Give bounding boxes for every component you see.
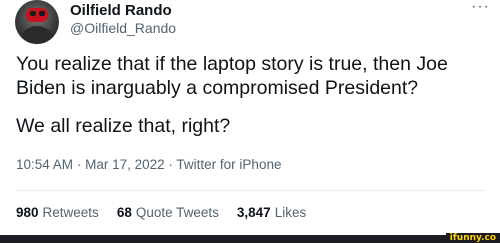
retweets-label: Retweets [42,205,99,220]
tweet-text: You realize that if the laptop story is … [16,52,486,152]
watermark-logo: ifunny.co [445,233,500,243]
tweet-paragraph: You realize that if the laptop story is … [16,53,448,99]
engagement-stats: 980 Retweets 68 Quote Tweets 3,847 Likes [16,205,306,220]
tweet-time[interactable]: 10:54 AM [16,157,73,172]
tweet-meta: 10:54 AM · Mar 17, 2022 · Twitter for iP… [16,157,281,172]
quote-tweets-label: Quote Tweets [135,205,219,220]
likes-count: 3,847 [236,205,271,220]
retweets-count: 980 [16,205,39,220]
quote-tweets-count: 68 [116,205,132,220]
more-horizontal-icon[interactable]: ··· [471,0,490,16]
likes-label: Likes [274,205,307,220]
tweet-paragraph: We all realize that, right? [16,115,231,137]
user-handle[interactable]: @Oilfield_Rando [70,20,176,36]
watermark-bar [0,235,500,243]
tweet-source[interactable]: Twitter for iPhone [176,157,281,172]
avatar-figure [19,26,55,44]
likes-stat[interactable]: 3,847 Likes [237,205,306,220]
meta-separator: · [76,157,82,172]
display-name[interactable]: Oilfield Rando [70,2,172,19]
avatar[interactable] [15,0,59,44]
quote-tweets-stat[interactable]: 68 Quote Tweets [117,205,219,220]
meta-separator: · [168,157,173,172]
retweets-stat[interactable]: 980 Retweets [16,205,99,220]
avatar-eye-left [30,11,36,16]
divider [16,190,486,191]
tweet-date[interactable]: Mar 17, 2022 [85,157,165,172]
avatar-eye-right [39,11,45,16]
